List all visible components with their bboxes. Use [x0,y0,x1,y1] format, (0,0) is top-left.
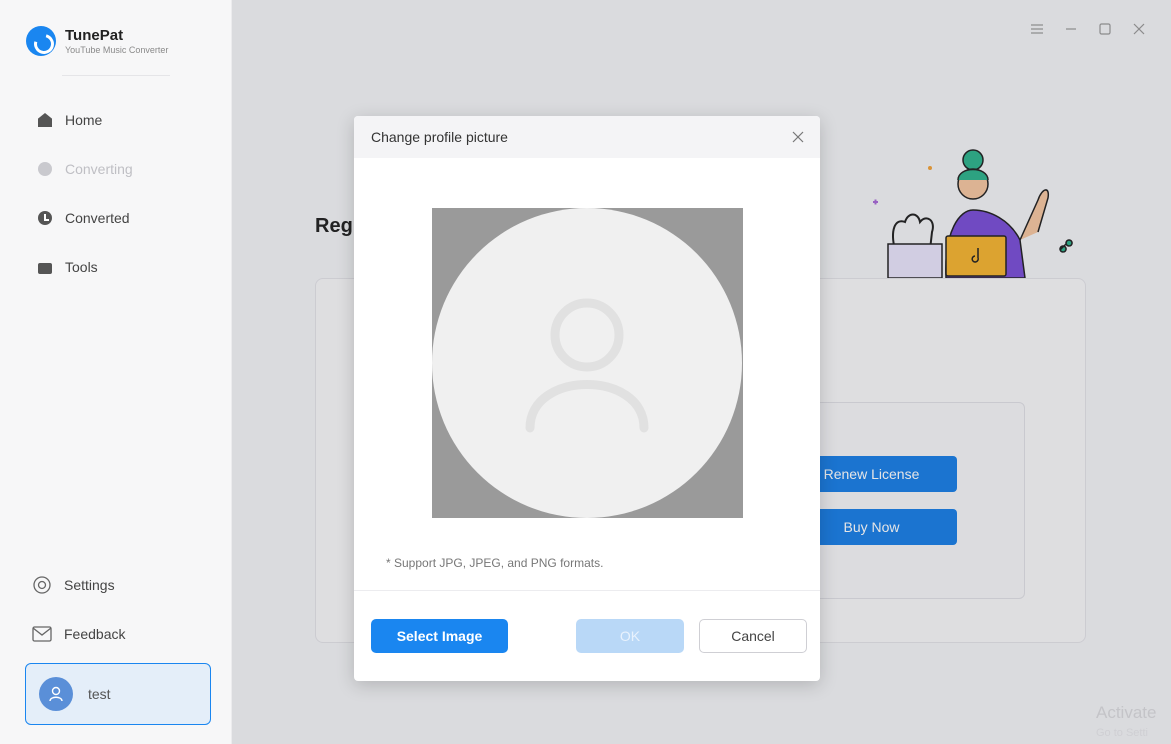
activate-windows-subtext: Go to Setti [1096,727,1148,739]
gear-icon [32,575,52,595]
user-placeholder-icon [525,298,649,433]
user-account-card[interactable]: test [25,663,211,725]
home-icon [38,113,52,127]
brand-divider [62,75,170,76]
ok-button[interactable]: OK [576,619,684,653]
profile-picture-preview [432,208,743,518]
sidebar-item-home[interactable]: Home [38,110,133,130]
close-icon[interactable] [790,129,806,145]
sidebar-item-feedback[interactable]: Feedback [32,623,125,645]
activate-windows-watermark: Activate [1096,703,1157,722]
app-name: TunePat [65,26,124,44]
brand-text: TunePat YouTube Music Converter [65,26,169,55]
sidebar-item-tools[interactable]: Tools [38,257,133,277]
sidebar-item-converting[interactable]: Converting [38,159,133,179]
sidebar-item-label: Converting [65,161,133,177]
sidebar-item-settings[interactable]: Settings [32,574,125,596]
sidebar: TunePat YouTube Music Converter Home Con… [0,0,232,744]
mail-icon [32,624,52,644]
select-image-button[interactable]: Select Image [371,619,508,653]
sidebar-bottom-nav: Settings Feedback [32,574,125,672]
app-subtitle: YouTube Music Converter [65,44,169,55]
tunepat-logo-icon [26,26,56,56]
sidebar-item-label: Feedback [64,626,126,642]
brand: TunePat YouTube Music Converter [26,26,168,56]
tools-icon [38,262,52,274]
sidebar-item-label: Tools [65,259,98,275]
cancel-button[interactable]: Cancel [699,619,807,653]
change-profile-picture-dialog: Change profile picture * Support JPG, JP… [354,116,820,681]
dialog-title: Change profile picture [371,129,508,145]
dialog-divider [354,590,820,591]
sidebar-item-label: Converted [65,210,130,226]
converted-icon [38,211,52,225]
converting-icon [38,162,52,176]
sidebar-item-converted[interactable]: Converted [38,208,133,228]
sidebar-item-label: Home [65,112,103,128]
user-name: test [88,686,111,702]
supported-formats-note: * Support JPG, JPEG, and PNG formats. [386,556,604,570]
dialog-header: Change profile picture [354,116,820,158]
sidebar-nav: Home Converting Converted Tools [38,110,133,306]
sidebar-item-label: Settings [64,577,115,593]
user-icon [39,677,73,711]
